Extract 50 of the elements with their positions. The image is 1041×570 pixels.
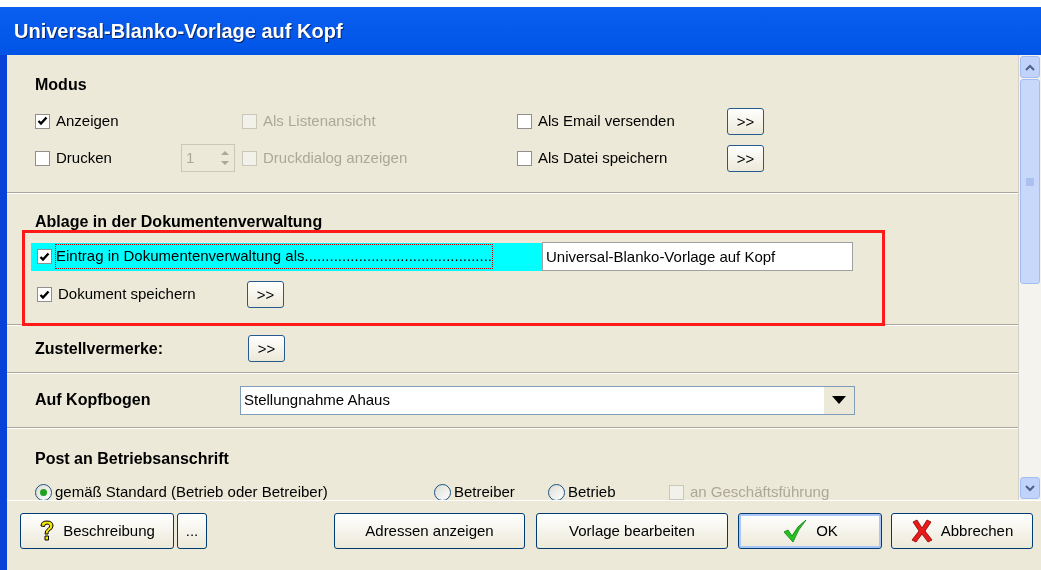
- scroll-down-button[interactable]: [1020, 477, 1040, 499]
- scroll-thumb[interactable]: [1020, 79, 1040, 284]
- scroll-up-button[interactable]: [1020, 56, 1040, 78]
- checkbox-label: Als Email versenden: [538, 110, 676, 131]
- window-title: Universal-Blanko-Vorlage auf Kopf: [0, 7, 1041, 55]
- dialog-button[interactable]: Adressen anzeigen: [334, 513, 525, 549]
- caret-down-icon: [1025, 484, 1035, 492]
- scrollbar[interactable]: [1018, 55, 1041, 500]
- cross-icon: [910, 519, 933, 543]
- radio-label: gemäß Standard (Betrieb oder Betreiber): [55, 481, 328, 500]
- radio-label: Betreiber: [454, 481, 515, 500]
- section-heading: Ablage in der Dokumentenverwaltung: [34, 212, 324, 230]
- checkbox-label: Dokument speichern: [58, 284, 197, 305]
- question-mark-icon: [39, 520, 56, 542]
- checkbox[interactable]: [517, 113, 532, 129]
- checkbox-label: Druckdialog anzeigen: [263, 147, 408, 168]
- dropdown-arrow-icon: [832, 396, 846, 404]
- dialog-button[interactable]: Beschreibung: [20, 513, 174, 549]
- radio-button[interactable]: [35, 483, 52, 500]
- text-field[interactable]: Universal-Blanko-Vorlage auf Kopf: [542, 242, 853, 271]
- section-label: Zustellvermerke:: [35, 338, 165, 359]
- grip-icon: [1026, 177, 1034, 186]
- radio-label: Betrieb: [568, 481, 616, 500]
- more-button[interactable]: >>: [727, 107, 764, 135]
- radio-button[interactable]: [548, 483, 565, 500]
- checkbox-label: Drucken: [56, 147, 113, 168]
- checkbox[interactable]: [37, 287, 52, 302]
- more-button[interactable]: >>: [248, 335, 285, 362]
- more-button[interactable]: >>: [247, 281, 284, 308]
- checkbox[interactable]: [35, 150, 50, 166]
- dialog-button[interactable]: Vorlage bearbeiten: [536, 513, 728, 549]
- section-heading: Modus: [35, 75, 88, 95]
- checkmark-icon: [782, 519, 809, 543]
- caret-up-icon: [1025, 63, 1035, 71]
- checkbox-label: Als Listenansicht: [263, 110, 376, 131]
- dialog-button[interactable]: Abbrechen: [891, 513, 1033, 549]
- checkbox-label: Anzeigen: [56, 110, 120, 131]
- dialog-button[interactable]: ...: [177, 513, 207, 549]
- dialog-button[interactable]: OK: [738, 513, 882, 549]
- dropdown[interactable]: Stellungnahme Ahaus: [240, 385, 855, 415]
- checkbox-label: an Geschäftsführung: [690, 481, 830, 500]
- section-label: Auf Kopfbogen: [35, 390, 152, 410]
- radio-button[interactable]: [434, 483, 451, 500]
- checkbox[interactable]: [517, 150, 532, 166]
- entry-row[interactable]: Eintrag in Dokumentenverwaltung als.............................................: [31, 242, 542, 271]
- checkbox[interactable]: [35, 113, 50, 129]
- more-button[interactable]: >>: [727, 144, 764, 172]
- checkbox-label: Als Datei speichern: [538, 147, 669, 168]
- checkbox[interactable]: [37, 249, 52, 264]
- section-heading: Post an Betriebsanschrift: [35, 449, 230, 469]
